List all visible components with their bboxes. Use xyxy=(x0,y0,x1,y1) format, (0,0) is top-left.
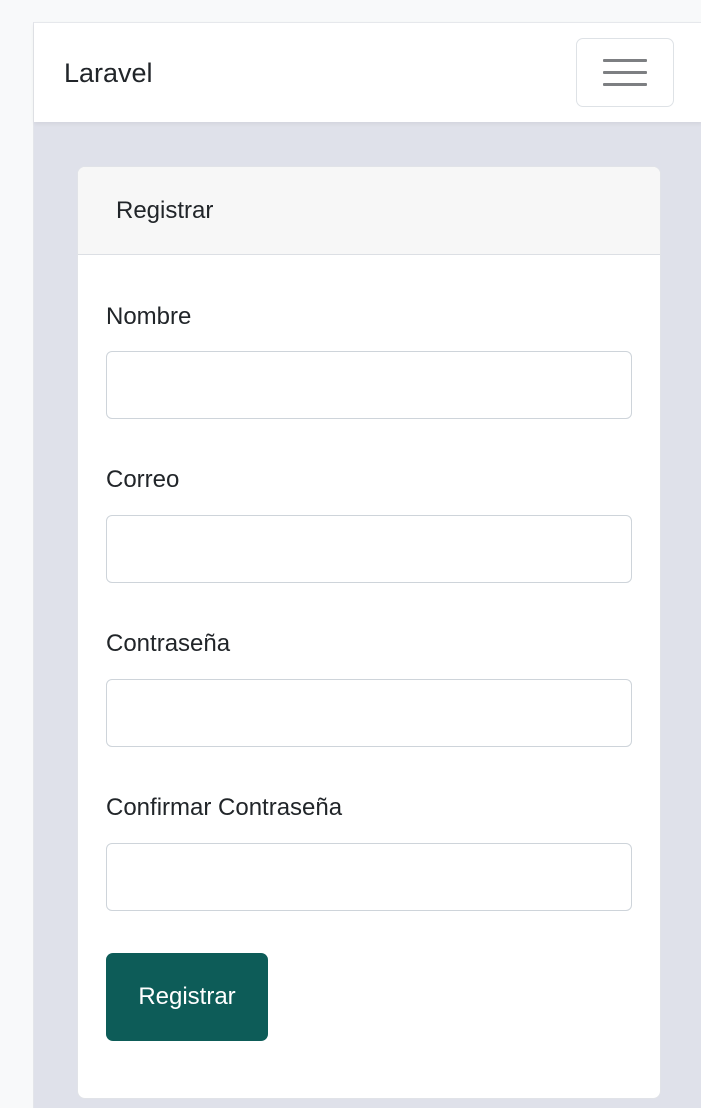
email-label: Correo xyxy=(106,466,180,493)
confirm-password-input[interactable] xyxy=(106,843,632,911)
password-label: Contraseña xyxy=(106,630,231,657)
name-label: Nombre xyxy=(106,303,192,330)
password-input[interactable] xyxy=(106,679,632,747)
name-input[interactable] xyxy=(106,351,632,419)
brand-link[interactable]: Laravel xyxy=(64,55,153,91)
register-card: Registrar Nombre Correo Contraseña Confi… xyxy=(77,166,661,1099)
left-gutter xyxy=(0,0,33,1108)
register-button[interactable]: Registrar xyxy=(106,953,268,1041)
navbar: Laravel xyxy=(34,22,701,122)
confirm-password-label: Confirmar Contraseña xyxy=(106,794,343,821)
navbar-toggler-button[interactable] xyxy=(576,38,674,107)
card-header: Registrar xyxy=(78,167,660,255)
card-title: Registrar xyxy=(116,197,214,224)
top-strip xyxy=(33,0,701,22)
email-input[interactable] xyxy=(106,515,632,583)
hamburger-menu-icon xyxy=(603,59,647,87)
page-viewport: Laravel Registrar Nombre Correo Contrase… xyxy=(33,22,701,1108)
